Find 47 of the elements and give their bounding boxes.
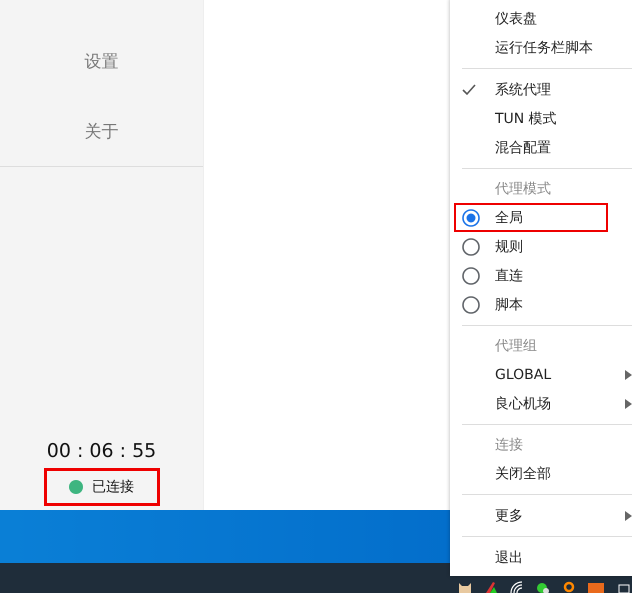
status-label: 已连接 xyxy=(92,478,134,496)
cat-icon[interactable] xyxy=(458,581,472,593)
menu-item-label: 良心机场 xyxy=(495,394,551,412)
submenu-arrow-icon xyxy=(624,510,632,520)
sidebar-item[interactable]: 设置 xyxy=(0,44,203,80)
menu-item[interactable]: 全局 xyxy=(454,203,608,232)
radio-button[interactable] xyxy=(462,296,480,314)
menu-item[interactable]: 直连 xyxy=(454,261,608,290)
menu-item-label: 混合配置 xyxy=(495,138,551,156)
menu-item[interactable]: 混合配置 xyxy=(454,133,608,162)
chat-icon[interactable] xyxy=(536,581,550,593)
menu-item-label: TUN 模式 xyxy=(495,110,557,128)
menu-item-label: 仪表盘 xyxy=(495,10,537,28)
menu-item-label: GLOBAL xyxy=(495,366,552,382)
submenu-arrow-icon xyxy=(624,370,632,380)
menu-item-label: 脚本 xyxy=(495,296,523,314)
menu-item-label: 关闭全部 xyxy=(495,464,551,482)
input-method-icon[interactable] xyxy=(588,581,604,593)
radio-button[interactable] xyxy=(462,238,480,256)
menu-item[interactable]: 脚本 xyxy=(454,290,608,319)
menu-item-label: 退出 xyxy=(495,548,523,566)
menu-section-header: 连接 xyxy=(494,436,524,455)
menu-item[interactable]: 退出 xyxy=(454,543,608,572)
menu-item-label: 更多 xyxy=(495,506,523,524)
wifi-icon[interactable] xyxy=(510,581,524,593)
menu-item[interactable]: 系统代理 xyxy=(454,75,608,104)
connection-timer: 00 : 06 : 55 xyxy=(46,440,156,462)
menu-item[interactable]: 更多 xyxy=(454,501,608,530)
menu-item[interactable]: 良心机场 xyxy=(454,389,608,418)
menu-item-label: 全局 xyxy=(495,208,523,226)
sidebar-item[interactable]: 关于 xyxy=(0,114,203,150)
menu-item[interactable]: GLOBAL xyxy=(454,360,608,389)
menu-item-label: 运行任务栏脚本 xyxy=(495,38,593,56)
submenu-arrow-icon xyxy=(624,398,632,408)
key-icon[interactable] xyxy=(562,581,576,593)
radio-button[interactable] xyxy=(462,266,480,284)
menu-item[interactable]: TUN 模式 xyxy=(454,104,608,133)
menu-item-label: 系统代理 xyxy=(495,80,551,98)
menu-item[interactable]: 关闭全部 xyxy=(454,459,608,488)
menu-item-label: 规则 xyxy=(495,238,523,256)
menu-item[interactable]: 仪表盘 xyxy=(454,4,608,33)
radio-button[interactable] xyxy=(462,208,480,226)
menu-section-header: 代理组 xyxy=(494,337,538,356)
menu-item-label: 直连 xyxy=(495,266,523,284)
menu-section-header: 代理模式 xyxy=(494,180,552,199)
menu-item[interactable]: 运行任务栏脚本 xyxy=(454,33,608,62)
menu-item[interactable]: 规则 xyxy=(454,232,608,261)
